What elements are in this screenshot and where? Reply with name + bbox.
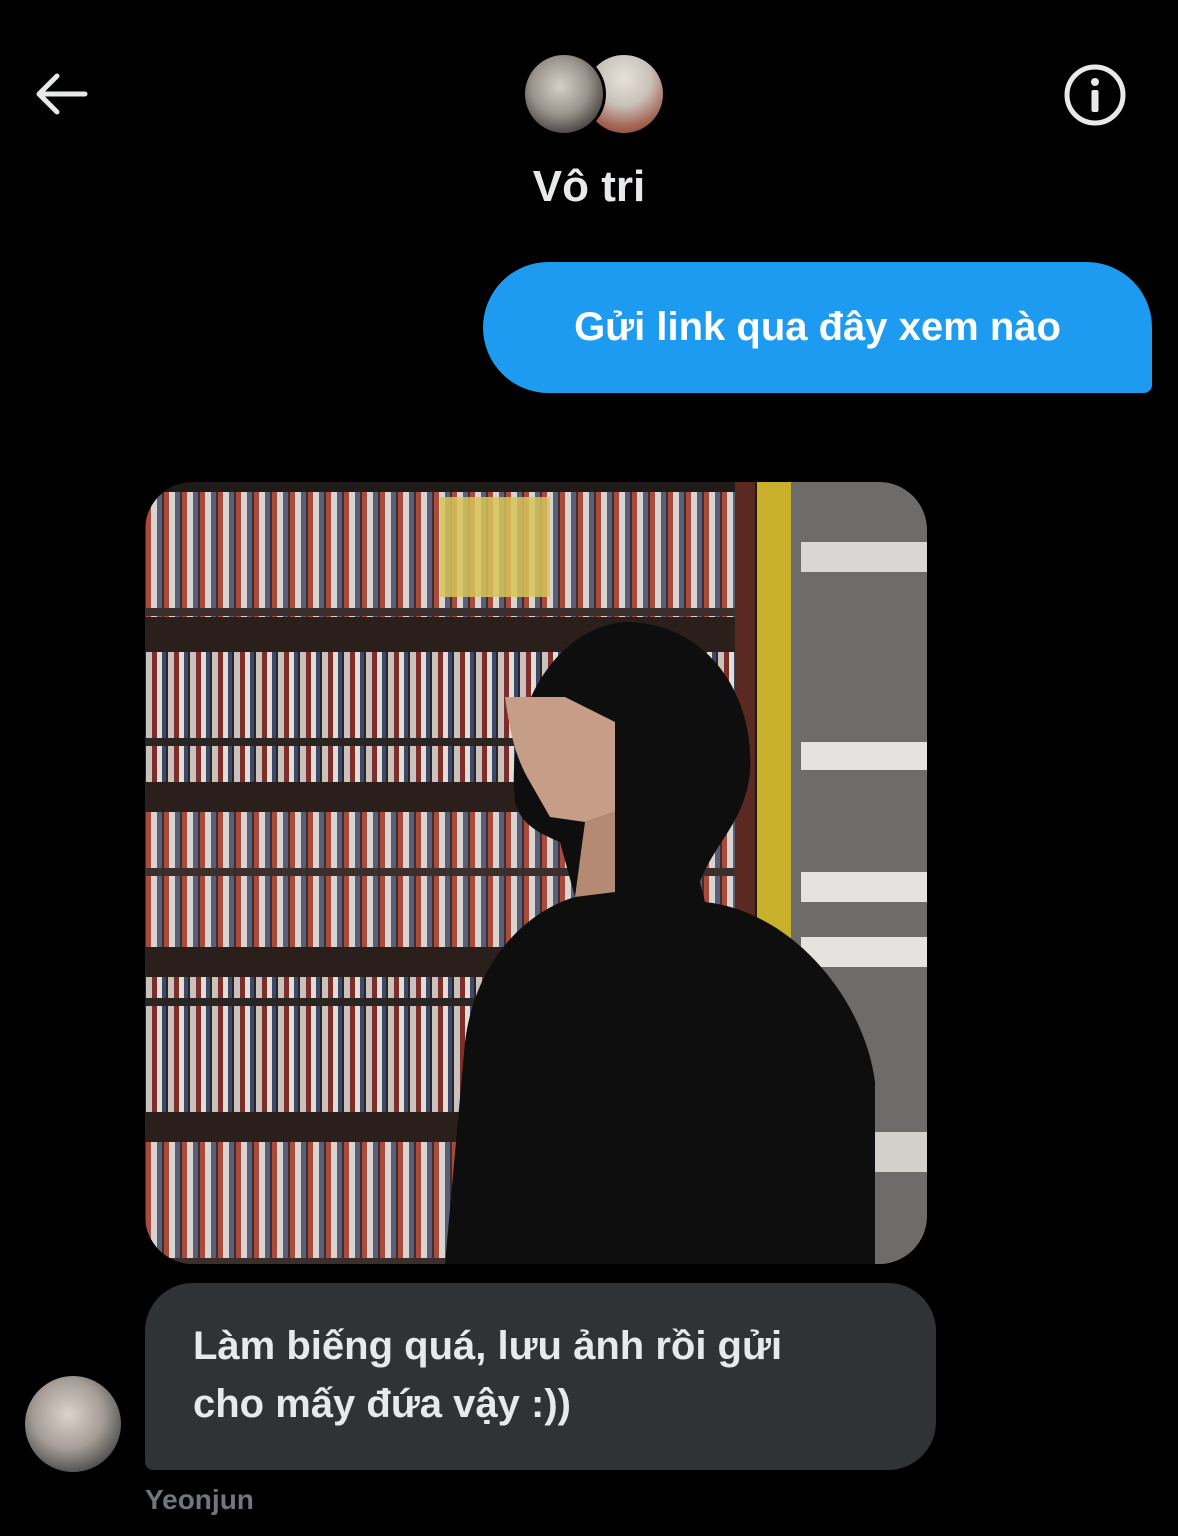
outgoing-message-bubble[interactable]: Gửi link qua đây xem nào [483,262,1152,393]
conversation-info-button[interactable] [1062,62,1128,128]
incoming-message-bubble[interactable]: Làm biếng quá, lưu ảnh rồi gửi cho mấy đ… [145,1283,936,1470]
sender-avatar[interactable] [25,1376,121,1472]
arrow-left-icon [36,73,88,115]
photo-image [145,482,927,1264]
incoming-message-line: Làm biếng quá, lưu ảnh rồi gửi [193,1324,783,1368]
conversation-title[interactable]: Vô tri [0,162,1178,212]
info-circle-icon [1064,64,1126,126]
outgoing-message-text: Gửi link qua đây xem nào [574,305,1061,349]
incoming-message-line: cho mấy đứa vậy :)) [193,1382,571,1426]
group-avatars[interactable] [522,52,666,136]
dm-conversation-screen: Vô tri Gửi link qua đây xem nào Làm biến… [0,0,1178,1536]
sender-name[interactable]: Yeonjun [145,1484,254,1516]
group-member-avatar [522,52,606,136]
back-button[interactable] [30,66,92,122]
incoming-photo-message[interactable] [145,482,927,1264]
